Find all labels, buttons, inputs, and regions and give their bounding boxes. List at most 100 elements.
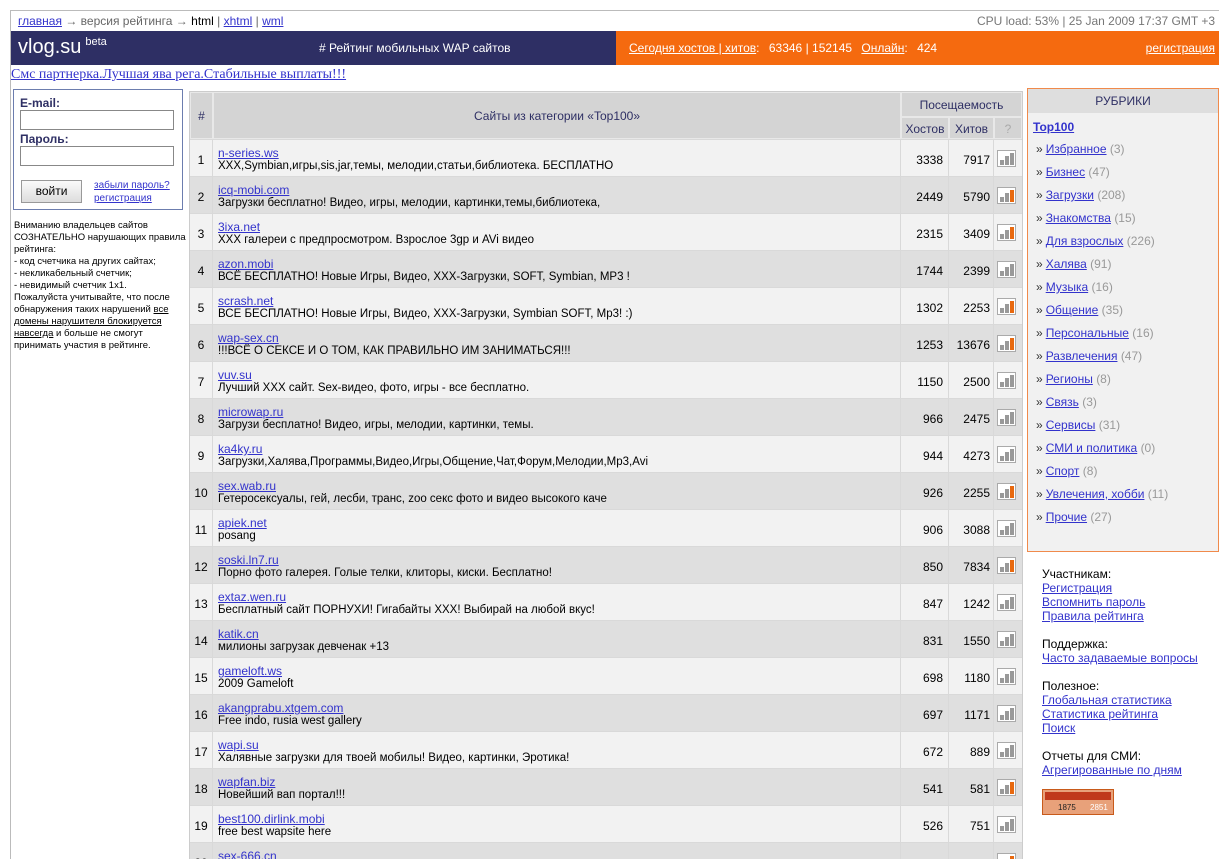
site-link[interactable]: wap-sex.cn — [218, 331, 279, 345]
rubric-link[interactable]: Прочие — [1046, 510, 1087, 524]
stats-chart-icon[interactable] — [997, 816, 1016, 833]
email-label: E-mail: — [20, 96, 61, 110]
aggregated-link[interactable]: Агрегированные по дням — [1042, 763, 1182, 777]
site-link[interactable]: wapfan.biz — [218, 775, 275, 789]
stats-chart-icon[interactable] — [997, 705, 1016, 722]
site-link[interactable]: soski.ln7.ru — [218, 553, 279, 567]
site-link[interactable]: akangprabu.xtgem.com — [218, 701, 343, 715]
stats-chart-icon[interactable] — [997, 446, 1016, 463]
rubric-link[interactable]: Халява — [1046, 257, 1087, 271]
rubric-link[interactable]: Развлечения — [1046, 349, 1118, 363]
site-link[interactable]: ka4ky.ru — [218, 442, 262, 456]
rubric-link[interactable]: Персональные — [1046, 326, 1129, 340]
icon-bar — [1000, 234, 1004, 239]
stats-chart-icon[interactable] — [997, 261, 1016, 278]
rating-stats-link[interactable]: Статистика рейтинга — [1042, 707, 1172, 721]
rubric-link[interactable]: Регионы — [1046, 372, 1093, 386]
login-button[interactable]: войти — [21, 180, 82, 203]
icon-bar — [1010, 634, 1014, 646]
email-field[interactable] — [20, 110, 174, 130]
rubric-link[interactable]: Спорт — [1046, 464, 1080, 478]
site-link[interactable]: apiek.net — [218, 516, 267, 530]
global-stats-link[interactable]: Глобальная статистика — [1042, 693, 1172, 707]
faq-link[interactable]: Часто задаваемые вопросы — [1042, 651, 1198, 665]
forgot-password-link[interactable]: забыли пароль? — [94, 180, 170, 191]
hosts-value: 1302 — [901, 288, 948, 324]
rubric-link[interactable]: Избранное — [1046, 142, 1107, 156]
row-number: 10 — [190, 473, 212, 509]
stats-chart-icon[interactable] — [997, 298, 1016, 315]
register-link[interactable]: регистрация — [1146, 41, 1215, 55]
site-link[interactable]: azon.mobi — [218, 257, 273, 271]
site-link[interactable]: scrash.net — [218, 294, 273, 308]
vlog-counter-badge[interactable]: 1875 2851 — [1042, 789, 1114, 815]
site-link[interactable]: microwap.ru — [218, 405, 283, 419]
stats-chart-icon[interactable] — [997, 631, 1016, 648]
arrow-icon: » — [1036, 372, 1043, 386]
promo-link[interactable]: Смс партнерка.Лучшая ява рега.Стабильные… — [11, 67, 346, 83]
page: главная → версия рейтинга → html | xhtml… — [0, 0, 1219, 859]
rubric-link[interactable]: Для взрослых — [1046, 234, 1124, 248]
rubric-link[interactable]: Музыка — [1046, 280, 1088, 294]
stats-chart-icon[interactable] — [997, 742, 1016, 759]
site-link[interactable]: katik.cn — [218, 627, 259, 641]
stats-chart-icon[interactable] — [997, 409, 1016, 426]
password-field[interactable] — [20, 146, 174, 166]
xhtml-link[interactable]: xhtml — [224, 14, 253, 28]
rubric-link[interactable]: Знакомства — [1046, 211, 1111, 225]
rubric-count: (208) — [1097, 188, 1126, 202]
column-hits[interactable]: Хитов — [949, 117, 994, 139]
today-stats-link[interactable]: Сегодня хостов | хитов — [629, 41, 756, 55]
site-link[interactable]: vuv.su — [218, 368, 252, 382]
stats-chart-icon[interactable] — [997, 779, 1016, 796]
site-link[interactable]: n-series.ws — [218, 146, 279, 160]
home-link[interactable]: главная — [18, 14, 62, 28]
rubric-link[interactable]: Увлечения, хобби — [1046, 487, 1145, 501]
rubric-top100-link[interactable]: Top100 — [1033, 120, 1074, 134]
stats-chart-icon[interactable] — [997, 520, 1016, 537]
search-link[interactable]: Поиск — [1042, 721, 1172, 735]
stats-chart-icon[interactable] — [997, 150, 1016, 167]
rubric-item: » Знакомства (15) — [1036, 208, 1168, 231]
stats-chart-icon[interactable] — [997, 372, 1016, 389]
rubric-link[interactable]: Связь — [1046, 395, 1079, 409]
registration-link[interactable]: Регистрация — [1042, 581, 1145, 595]
stats-chart-icon[interactable] — [997, 224, 1016, 241]
column-help[interactable]: ? — [994, 117, 1022, 139]
rules-link[interactable]: Правила рейтинга — [1042, 609, 1145, 623]
hits-value: 4273 — [949, 436, 993, 472]
remind-password-link[interactable]: Вспомнить пароль — [1042, 595, 1145, 609]
stats-chart-icon[interactable] — [997, 557, 1016, 574]
stats-chart-icon[interactable] — [997, 853, 1016, 859]
rubric-link[interactable]: Общение — [1046, 303, 1099, 317]
wml-link[interactable]: wml — [262, 14, 283, 28]
rubric-link[interactable]: Бизнес — [1046, 165, 1085, 179]
rating-table: # Сайты из категории «Top100» Посещаемос… — [189, 91, 1023, 859]
arrow: → — [65, 14, 78, 28]
site-link[interactable]: sex-666.cn — [218, 849, 277, 859]
stats-chart-icon[interactable] — [997, 187, 1016, 204]
rubric-item: » Халява (91) — [1036, 254, 1168, 277]
online-link[interactable]: Онлайн — [861, 41, 904, 55]
stats-chart-icon[interactable] — [997, 668, 1016, 685]
site-link[interactable]: wapi.su — [218, 738, 259, 752]
stats-chart-icon[interactable] — [997, 594, 1016, 611]
rubric-link[interactable]: Загрузки — [1046, 188, 1094, 202]
site-link[interactable]: gameloft.ws — [218, 664, 282, 678]
site-link[interactable]: best100.dirlink.mobi — [218, 812, 325, 826]
separator: | — [217, 14, 221, 28]
stats-cell — [994, 140, 1022, 176]
site-link[interactable]: icq-mobi.com — [218, 183, 289, 197]
icon-bar — [1010, 819, 1014, 831]
column-hosts[interactable]: Хостов — [901, 117, 949, 139]
icon-bar — [1000, 382, 1004, 387]
stats-chart-icon[interactable] — [997, 483, 1016, 500]
site-link[interactable]: extaz.wen.ru — [218, 590, 286, 604]
registration-link[interactable]: регистрация — [94, 193, 152, 204]
stats-chart-icon[interactable] — [997, 335, 1016, 352]
site-link[interactable]: 3ixa.net — [218, 220, 260, 234]
logo[interactable]: vlog.su beta — [18, 36, 107, 59]
site-link[interactable]: sex.wab.ru — [218, 479, 276, 493]
rubric-link[interactable]: Сервисы — [1046, 418, 1096, 432]
rubric-link[interactable]: СМИ и политика — [1046, 441, 1138, 455]
